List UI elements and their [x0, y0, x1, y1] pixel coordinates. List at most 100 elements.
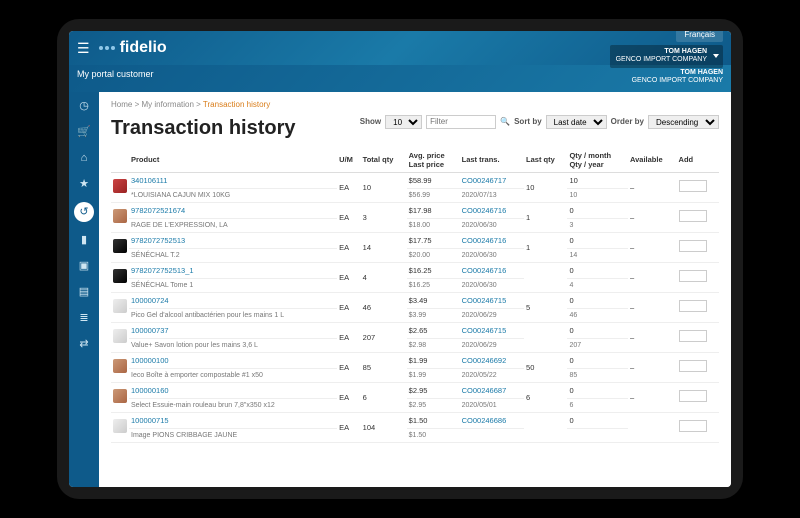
hamburger-icon[interactable]: ☰ [77, 40, 90, 57]
cell-avgprice: $2.65 [407, 322, 460, 338]
col-product[interactable]: Product [129, 148, 337, 173]
cell-lastprice: $18.00 [407, 218, 460, 232]
home-icon[interactable]: ⌂ [76, 150, 92, 166]
col-um[interactable]: U/M [337, 148, 361, 173]
cell-qtyy: 46 [567, 308, 628, 322]
col-lastqty[interactable]: Last qty [524, 148, 567, 173]
cell-avail: – [628, 322, 677, 352]
cell-um: EA [337, 382, 361, 412]
trans-link[interactable]: CO00246686 [462, 416, 507, 425]
table-row: 9782072521674EA3$17.98CO0024671610– [111, 202, 719, 218]
sku-link[interactable]: 100000160 [131, 386, 169, 395]
table-row-sub: Select Essuie-main rouleau brun 7,8"x350… [111, 398, 719, 412]
sku-link[interactable]: 100000737 [131, 326, 169, 335]
cell-totqty: 10 [361, 172, 407, 202]
add-qty-input[interactable] [679, 180, 707, 192]
add-qty-input[interactable] [679, 210, 707, 222]
cell-lastdate: 2020/05/01 [460, 398, 524, 412]
cart-icon[interactable]: 🛒 [76, 124, 92, 140]
subbar-user-company: GENCO IMPORT COMPANY [632, 77, 723, 85]
cell-lastqty: 1 [524, 232, 567, 262]
cell-desc: *LOUISIANA CAJUN MIX 10KG [129, 188, 337, 202]
main: Home > My information > Transaction hist… [99, 92, 731, 487]
add-qty-input[interactable] [679, 300, 707, 312]
trans-link[interactable]: CO00246717 [462, 176, 507, 185]
col-qty[interactable]: Qty / monthQty / year [567, 148, 628, 173]
list-icon[interactable]: ≣ [76, 310, 92, 326]
crumb-home[interactable]: Home [111, 100, 132, 109]
cell-um: EA [337, 262, 361, 292]
screen: ☰ fidelio Français TOM HAGEN GENCO IMPOR… [69, 31, 731, 487]
sku-link[interactable]: 9782072752513_1 [131, 266, 194, 275]
product-thumb [113, 179, 127, 193]
user-dropdown[interactable]: TOM HAGEN GENCO IMPORT COMPANY [610, 45, 723, 68]
add-qty-input[interactable] [679, 390, 707, 402]
sku-link[interactable]: 100000100 [131, 356, 169, 365]
search-icon[interactable]: 🔍 [500, 117, 510, 126]
transfer-icon[interactable]: ⇄ [76, 336, 92, 352]
show-select[interactable]: 10 [385, 115, 422, 129]
add-qty-input[interactable] [679, 420, 707, 432]
cell-lastprice: $20.00 [407, 248, 460, 262]
topbar-right: Français TOM HAGEN GENCO IMPORT COMPANY [610, 31, 723, 68]
sortby-label: Sort by [514, 117, 542, 126]
sku-link[interactable]: 9782072752513 [131, 236, 185, 245]
cell-lastqty: 6 [524, 382, 567, 412]
star-icon[interactable]: ★ [76, 176, 92, 192]
col-add[interactable]: Add [677, 148, 719, 173]
cell-lastprice: $56.99 [407, 188, 460, 202]
col-avail[interactable]: Available [628, 148, 677, 173]
sku-link[interactable]: 100000724 [131, 296, 169, 305]
cell-lastdate: 2020/06/29 [460, 308, 524, 322]
cell-qtyy: 10 [567, 188, 628, 202]
dashboard-icon[interactable]: ◷ [76, 98, 92, 114]
crumb-current: Transaction history [203, 100, 270, 109]
sku-link[interactable]: 100000715 [131, 416, 169, 425]
col-totqty[interactable]: Total qty [361, 148, 407, 173]
sku-link[interactable]: 340106111 [131, 176, 167, 185]
trans-link[interactable]: CO00246692 [462, 356, 507, 365]
folder-icon[interactable]: ▮ [76, 232, 92, 248]
add-qty-input[interactable] [679, 270, 707, 282]
cell-um: EA [337, 352, 361, 382]
cell-lastprice: $1.50 [407, 428, 460, 442]
table-row-sub: SÉNÉCHAL T.2$20.002020/06/3014 [111, 248, 719, 262]
cell-avgprice: $17.98 [407, 202, 460, 218]
trans-link[interactable]: CO00246716 [462, 266, 507, 275]
truck-icon[interactable]: ▣ [76, 258, 92, 274]
transaction-table: Product U/M Total qty Avg. priceLast pri… [111, 148, 719, 443]
trans-link[interactable]: CO00246687 [462, 386, 507, 395]
trans-link[interactable]: CO00246715 [462, 296, 507, 305]
trans-link[interactable]: CO00246716 [462, 206, 507, 215]
user-company: GENCO IMPORT COMPANY [616, 56, 707, 64]
breadcrumb: Home > My information > Transaction hist… [111, 100, 719, 109]
trans-link[interactable]: CO00246715 [462, 326, 507, 335]
cell-lastdate: 2020/07/13 [460, 188, 524, 202]
cell-lastdate: 2020/06/30 [460, 248, 524, 262]
cell-totqty: 85 [361, 352, 407, 382]
sortby-select[interactable]: Last date [546, 115, 607, 129]
page-title: Transaction history [111, 117, 296, 140]
cell-desc: Ieco Boîte à emporter compostable #1 x50 [129, 368, 337, 382]
add-qty-input[interactable] [679, 240, 707, 252]
add-qty-input[interactable] [679, 360, 707, 372]
cell-qtyy: 85 [567, 368, 628, 382]
product-thumb [113, 419, 127, 433]
filter-input[interactable] [426, 115, 496, 129]
cell-lastqty: 50 [524, 352, 567, 382]
sku-link[interactable]: 9782072521674 [131, 206, 185, 215]
history-icon[interactable]: ↺ [74, 202, 94, 222]
col-price[interactable]: Avg. priceLast price [407, 148, 460, 173]
document-icon[interactable]: ▤ [76, 284, 92, 300]
col-lasttrans[interactable]: Last trans. [460, 148, 524, 173]
trans-link[interactable]: CO00246716 [462, 236, 507, 245]
cell-lastprice: $16.25 [407, 278, 460, 292]
crumb-info[interactable]: My information [141, 100, 193, 109]
cell-qtym: 0 [567, 322, 628, 338]
cell-qtyy: 4 [567, 278, 628, 292]
orderby-select[interactable]: Descending [648, 115, 719, 129]
add-qty-input[interactable] [679, 330, 707, 342]
language-switch[interactable]: Français [676, 31, 723, 42]
cell-totqty: 104 [361, 412, 407, 442]
table-row-sub: Pico Gel d'alcool antibactérien pour les… [111, 308, 719, 322]
